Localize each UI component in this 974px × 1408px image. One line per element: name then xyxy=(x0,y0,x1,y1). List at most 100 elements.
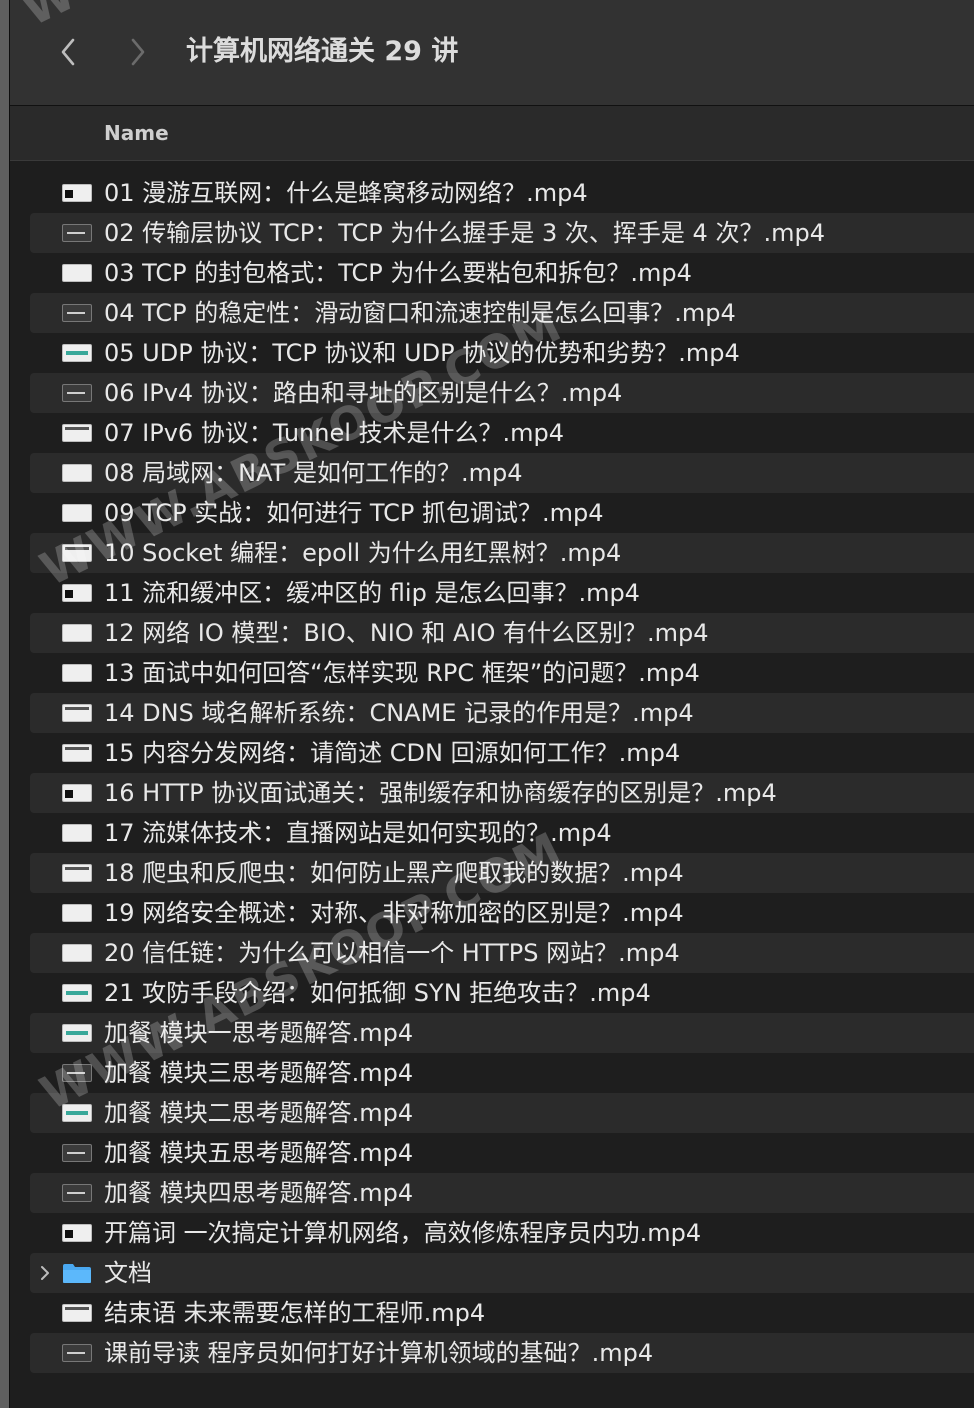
chevron-left-icon xyxy=(61,38,75,66)
file-name: 10 Socket 编程：epoll 为什么用红黑树？.mp4 xyxy=(104,539,622,567)
file-name: 02 传输层协议 TCP：TCP 为什么握手是 3 次、挥手是 4 次？.mp4 xyxy=(104,219,825,247)
video-thumbnail-icon xyxy=(62,784,92,802)
file-name: 05 UDP 协议：TCP 协议和 UDP 协议的优势和劣势？.mp4 xyxy=(104,339,740,367)
file-name: 04 TCP 的稳定性：滑动窗口和流速控制是怎么回事？.mp4 xyxy=(104,299,736,327)
video-thumbnail-icon xyxy=(62,1344,92,1362)
file-row[interactable]: 05 UDP 协议：TCP 协议和 UDP 协议的优势和劣势？.mp4 xyxy=(30,333,974,373)
chevron-right-icon xyxy=(41,1266,49,1280)
window-toolbar: 计算机网络通关 29 讲 xyxy=(10,0,974,106)
file-row[interactable]: 16 HTTP 协议面试通关：强制缓存和协商缓存的区别是？.mp4 xyxy=(30,773,974,813)
video-thumbnail-icon xyxy=(62,344,92,362)
file-name: 加餐 模块四思考题解答.mp4 xyxy=(104,1179,414,1207)
video-thumbnail-icon xyxy=(62,1144,92,1162)
file-row[interactable]: 14 DNS 域名解析系统：CNAME 记录的作用是？.mp4 xyxy=(30,693,974,733)
video-thumbnail-icon xyxy=(62,864,92,882)
file-row[interactable]: 19 网络安全概述：对称、非对称加密的区别是？.mp4 xyxy=(30,893,974,933)
file-row[interactable]: 06 IPv4 协议：路由和寻址的区别是什么？.mp4 xyxy=(30,373,974,413)
file-row[interactable]: 20 信任链：为什么可以相信一个 HTTPS 网站？.mp4 xyxy=(30,933,974,973)
folder-row[interactable]: 文档 xyxy=(30,1253,974,1293)
video-thumbnail-icon xyxy=(62,424,92,442)
video-thumbnail-icon xyxy=(62,504,92,522)
back-button[interactable] xyxy=(50,32,86,72)
file-name: 01 漫游互联网：什么是蜂窝移动网络？.mp4 xyxy=(104,179,588,207)
file-name: 16 HTTP 协议面试通关：强制缓存和协商缓存的区别是？.mp4 xyxy=(104,779,777,807)
file-row[interactable]: 课前导读 程序员如何打好计算机领域的基础？.mp4 xyxy=(30,1333,974,1373)
video-thumbnail-icon xyxy=(62,1224,92,1242)
video-thumbnail-icon xyxy=(62,904,92,922)
video-thumbnail-icon xyxy=(62,224,92,242)
video-thumbnail-icon xyxy=(62,184,92,202)
file-name: 加餐 模块三思考题解答.mp4 xyxy=(104,1059,414,1087)
file-name: 课前导读 程序员如何打好计算机领域的基础？.mp4 xyxy=(104,1339,654,1367)
file-name: 17 流媒体技术：直播网站是如何实现的？.mp4 xyxy=(104,819,612,847)
video-thumbnail-icon xyxy=(62,264,92,282)
file-name: 07 IPv6 协议：Tunnel 技术是什么？.mp4 xyxy=(104,419,565,447)
file-row[interactable]: 开篇词 一次搞定计算机网络，高效修炼程序员内功.mp4 xyxy=(30,1213,974,1253)
file-row[interactable]: 13 面试中如何回答“怎样实现 RPC 框架”的问题？.mp4 xyxy=(30,653,974,693)
file-row[interactable]: 15 内容分发网络：请简述 CDN 回源如何工作？.mp4 xyxy=(30,733,974,773)
file-row[interactable]: 结束语 未来需要怎样的工程师.mp4 xyxy=(30,1293,974,1333)
file-row[interactable]: 04 TCP 的稳定性：滑动窗口和流速控制是怎么回事？.mp4 xyxy=(30,293,974,333)
video-thumbnail-icon xyxy=(62,704,92,722)
file-row[interactable]: 12 网络 IO 模型：BIO、NIO 和 AIO 有什么区别？.mp4 xyxy=(30,613,974,653)
file-row[interactable]: 17 流媒体技术：直播网站是如何实现的？.mp4 xyxy=(30,813,974,853)
video-thumbnail-icon xyxy=(62,584,92,602)
chevron-right-icon xyxy=(131,38,145,66)
video-thumbnail-icon xyxy=(62,984,92,1002)
file-name: 14 DNS 域名解析系统：CNAME 记录的作用是？.mp4 xyxy=(104,699,694,727)
folder-icon xyxy=(62,1264,92,1283)
file-name: 03 TCP 的封包格式：TCP 为什么要粘包和拆包？.mp4 xyxy=(104,259,692,287)
file-row[interactable]: 18 爬虫和反爬虫：如何防止黑产爬取我的数据？.mp4 xyxy=(30,853,974,893)
video-thumbnail-icon xyxy=(62,944,92,962)
file-name: 加餐 模块二思考题解答.mp4 xyxy=(104,1099,414,1127)
video-thumbnail-icon xyxy=(62,824,92,842)
file-row[interactable]: 01 漫游互联网：什么是蜂窝移动网络？.mp4 xyxy=(30,173,974,213)
forward-button[interactable] xyxy=(120,32,156,72)
disclosure-triangle[interactable] xyxy=(38,1263,52,1283)
file-name: 12 网络 IO 模型：BIO、NIO 和 AIO 有什么区别？.mp4 xyxy=(104,619,709,647)
video-thumbnail-icon xyxy=(62,1064,92,1082)
file-row[interactable]: 加餐 模块四思考题解答.mp4 xyxy=(30,1173,974,1213)
file-row[interactable]: 09 TCP 实战：如何进行 TCP 抓包调试？.mp4 xyxy=(30,493,974,533)
file-row[interactable]: 03 TCP 的封包格式：TCP 为什么要粘包和拆包？.mp4 xyxy=(30,253,974,293)
video-thumbnail-icon xyxy=(62,1304,92,1322)
file-name: 文档 xyxy=(104,1259,152,1287)
video-thumbnail-icon xyxy=(62,624,92,642)
file-list: 01 漫游互联网：什么是蜂窝移动网络？.mp4 02 传输层协议 TCP：TCP … xyxy=(30,173,974,1373)
file-row[interactable]: 10 Socket 编程：epoll 为什么用红黑树？.mp4 xyxy=(30,533,974,573)
file-name: 19 网络安全概述：对称、非对称加密的区别是？.mp4 xyxy=(104,899,684,927)
file-row[interactable]: 21 攻防手段介绍：如何抵御 SYN 拒绝攻击？.mp4 xyxy=(30,973,974,1013)
file-name: 11 流和缓冲区：缓冲区的 flip 是怎么回事？.mp4 xyxy=(104,579,640,607)
video-thumbnail-icon xyxy=(62,384,92,402)
file-name: 开篇词 一次搞定计算机网络，高效修炼程序员内功.mp4 xyxy=(104,1219,702,1247)
video-thumbnail-icon xyxy=(62,664,92,682)
window-title: 计算机网络通关 29 讲 xyxy=(186,36,459,67)
file-row[interactable]: 加餐 模块五思考题解答.mp4 xyxy=(30,1133,974,1173)
file-row[interactable]: 加餐 模块三思考题解答.mp4 xyxy=(30,1053,974,1093)
file-name: 加餐 模块一思考题解答.mp4 xyxy=(104,1019,414,1047)
video-thumbnail-icon xyxy=(62,744,92,762)
file-name: 18 爬虫和反爬虫：如何防止黑产爬取我的数据？.mp4 xyxy=(104,859,684,887)
file-row[interactable]: 加餐 模块一思考题解答.mp4 xyxy=(30,1013,974,1053)
video-thumbnail-icon xyxy=(62,544,92,562)
list-header: Name xyxy=(10,106,974,161)
file-row[interactable]: 11 流和缓冲区：缓冲区的 flip 是怎么回事？.mp4 xyxy=(30,573,974,613)
file-row[interactable]: 08 局域网：NAT 是如何工作的？.mp4 xyxy=(30,453,974,493)
video-thumbnail-icon xyxy=(62,1024,92,1042)
video-thumbnail-icon xyxy=(62,1104,92,1122)
file-row[interactable]: 07 IPv6 协议：Tunnel 技术是什么？.mp4 xyxy=(30,413,974,453)
video-thumbnail-icon xyxy=(62,304,92,322)
video-thumbnail-icon xyxy=(62,1184,92,1202)
video-thumbnail-icon xyxy=(62,464,92,482)
file-name: 20 信任链：为什么可以相信一个 HTTPS 网站？.mp4 xyxy=(104,939,680,967)
sidebar-edge xyxy=(0,0,10,1408)
file-name: 09 TCP 实战：如何进行 TCP 抓包调试？.mp4 xyxy=(104,499,604,527)
file-name: 结束语 未来需要怎样的工程师.mp4 xyxy=(104,1299,486,1327)
file-row[interactable]: 加餐 模块二思考题解答.mp4 xyxy=(30,1093,974,1133)
file-row[interactable]: 02 传输层协议 TCP：TCP 为什么握手是 3 次、挥手是 4 次？.mp4 xyxy=(30,213,974,253)
column-header-name[interactable]: Name xyxy=(104,120,169,146)
file-name: 08 局域网：NAT 是如何工作的？.mp4 xyxy=(104,459,523,487)
file-name: 13 面试中如何回答“怎样实现 RPC 框架”的问题？.mp4 xyxy=(104,659,700,687)
file-name: 21 攻防手段介绍：如何抵御 SYN 拒绝攻击？.mp4 xyxy=(104,979,651,1007)
file-name: 15 内容分发网络：请简述 CDN 回源如何工作？.mp4 xyxy=(104,739,681,767)
